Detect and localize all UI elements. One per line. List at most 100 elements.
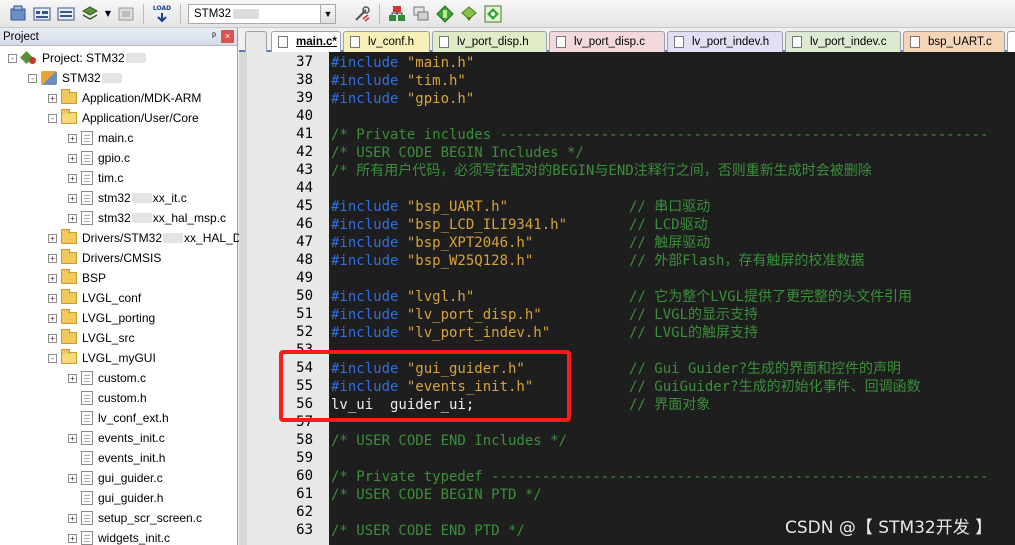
expand-icon[interactable]: + [68,213,77,223]
tree-item-label: custom.h [98,391,147,405]
tree-item-label: custom.c [98,371,147,385]
expand-icon[interactable]: + [48,273,57,283]
pack-installer-icon[interactable] [435,4,455,24]
file-icon [81,431,93,445]
comment-token: /* USER CODE END PTD */ [331,523,525,539]
target-select[interactable]: STM32 ▼ [188,3,336,24]
tree-file-item[interactable]: + stm32 xx_it.c [68,188,187,208]
editor-tab-label: lv_port_disp.c [574,36,645,48]
expand-icon[interactable]: + [48,333,57,343]
batch-build-icon[interactable] [80,4,100,24]
redacted-text [101,73,122,83]
expand-icon[interactable]: + [48,313,57,323]
run-time-environment-icon[interactable] [483,4,503,24]
tree-folder-item[interactable]: + LVGL_src [48,328,134,348]
expand-icon[interactable]: + [48,293,57,303]
expand-icon[interactable]: + [68,373,77,383]
tree-file-item[interactable]: + main.c [68,128,133,148]
file-extensions-icon[interactable] [411,4,431,24]
expand-icon[interactable]: + [68,473,77,483]
pin-icon[interactable]: ᵖ [207,31,221,42]
tree-file-item[interactable]: + stm32 xx_hal_msp.c [68,208,226,228]
tree-folder-item[interactable]: + BSP [48,268,106,288]
keyword-token: #include [331,217,407,233]
tree-file-item[interactable]: lv_conf_ext.h [68,408,169,428]
manage-components-icon[interactable] [387,4,407,24]
select-pack-icon[interactable] [459,4,479,24]
tree-folder-item[interactable]: + LVGL_porting [48,308,155,328]
expand-icon[interactable]: + [48,253,57,263]
tree-item-label: setup_scr_screen.c [98,511,203,525]
close-icon[interactable]: × [221,30,234,43]
tree-project-item[interactable]: - Project: STM32 [8,48,147,68]
tree-file-item[interactable]: + custom.c [68,368,146,388]
editor-tab[interactable]: lv_port_disp.c [549,31,665,52]
tree-folder-item[interactable]: + Drivers/STM32 xx_HAL_Driv [48,228,254,248]
editor-tab[interactable]: lv_port_indev.c [785,31,901,52]
tree-file-item[interactable]: + gpio.c [68,148,130,168]
chevron-down-icon[interactable]: ▼ [320,3,336,24]
build-icon[interactable] [32,4,52,24]
editor-tab[interactable]: main.c* [271,31,341,52]
tree-folder-item[interactable]: + Drivers/CMSIS [48,248,161,268]
tree-file-item[interactable]: + widgets_init.c [68,528,170,545]
download-icon[interactable]: LOAD [151,4,173,24]
rebuild-icon[interactable] [56,4,76,24]
tree-folder-item[interactable]: + LVGL_conf [48,288,141,308]
tree-file-item[interactable]: + tim.c [68,168,123,188]
tree-item-label-suffix: xx_it.c [152,191,187,205]
target-select-value: STM32 [194,7,232,20]
tree-folder-item[interactable]: - LVGL_myGUI [48,348,156,368]
code-editor[interactable]: 37 38 39 40 41 42 43 44 45 46 47 48 49 50 51 52 53 54 55 56… [239,52,1015,545]
code-text: /* Private includes --------------------… [331,126,988,144]
tree-file-item[interactable]: + setup_scr_screen.c [68,508,202,528]
expand-icon[interactable]: + [48,93,57,103]
expand-icon[interactable]: + [68,193,77,203]
code-line: #include "main.h" [239,54,1015,72]
expand-icon[interactable]: + [68,153,77,163]
code-area[interactable]: #include "main.h" #include "tim.h" #includ… [239,52,1015,545]
editor-tab[interactable]: bsp_UART.c [903,31,1005,52]
editor-tab[interactable]: lv_conf.h [343,31,430,52]
chevron-down-icon[interactable]: ▼ [104,4,112,24]
expand-icon[interactable]: + [68,173,77,183]
tree-file-item[interactable]: + events_init.c [68,428,165,448]
tree-folder-item[interactable]: + Application/MDK-ARM [48,88,201,108]
tree-file-item[interactable]: events_init.h [68,448,165,468]
code-line: #include "bsp_UART.h" // 串口驱动 [239,198,1015,216]
editor-tab[interactable]: lv_port_indev.h [667,31,783,52]
inline-comment: // 外部Flash，存有触屏的校准数据 [629,253,865,269]
file-icon [439,36,449,48]
tree-target-item[interactable]: - STM32 [28,68,123,88]
collapse-icon[interactable]: - [28,73,37,83]
collapse-icon[interactable]: - [48,353,57,363]
file-icon [910,36,920,48]
folder-open-icon [61,109,77,124]
editor-tab-overflow[interactable] [1007,31,1015,52]
code-line: #include "lv_port_indev.h" // LVGL的触屏支持 [239,324,1015,342]
editor-tabbar: main.c* lv_conf.h lv_port_disp.h lv_port_di… [239,28,1015,52]
comment-token: /* Private includes --------------------… [331,127,989,143]
toolbar-separator [143,3,144,24]
folder-icon [61,289,77,304]
collapse-icon[interactable]: - [48,113,57,123]
code-line: /* USER CODE BEGIN Includes */ [239,144,1015,162]
editor-tab[interactable]: lv_port_disp.h [432,31,547,52]
tree-item-label: events_init.c [98,431,165,445]
target-options-icon[interactable] [352,4,372,24]
stop-build-icon[interactable] [116,4,136,24]
translate-icon[interactable] [8,4,28,24]
expand-icon[interactable]: + [68,533,77,543]
expand-icon[interactable]: + [48,233,57,243]
tree-file-item[interactable]: custom.h [68,388,147,408]
code-text: /* 所有用户代码，必须写在配对的BEGIN与END注释行之间，否则重新生成时会… [331,162,872,180]
expand-icon[interactable]: + [68,133,77,143]
tree-file-item[interactable]: + gui_guider.c [68,468,163,488]
tab-scroll-left[interactable] [245,31,267,52]
expand-icon[interactable]: + [68,433,77,443]
redacted-text [131,213,152,223]
tree-folder-item[interactable]: - Application/User/Core [48,108,199,128]
collapse-icon[interactable]: - [8,53,17,63]
tree-file-item[interactable]: gui_guider.h [68,488,163,508]
expand-icon[interactable]: + [68,513,77,523]
